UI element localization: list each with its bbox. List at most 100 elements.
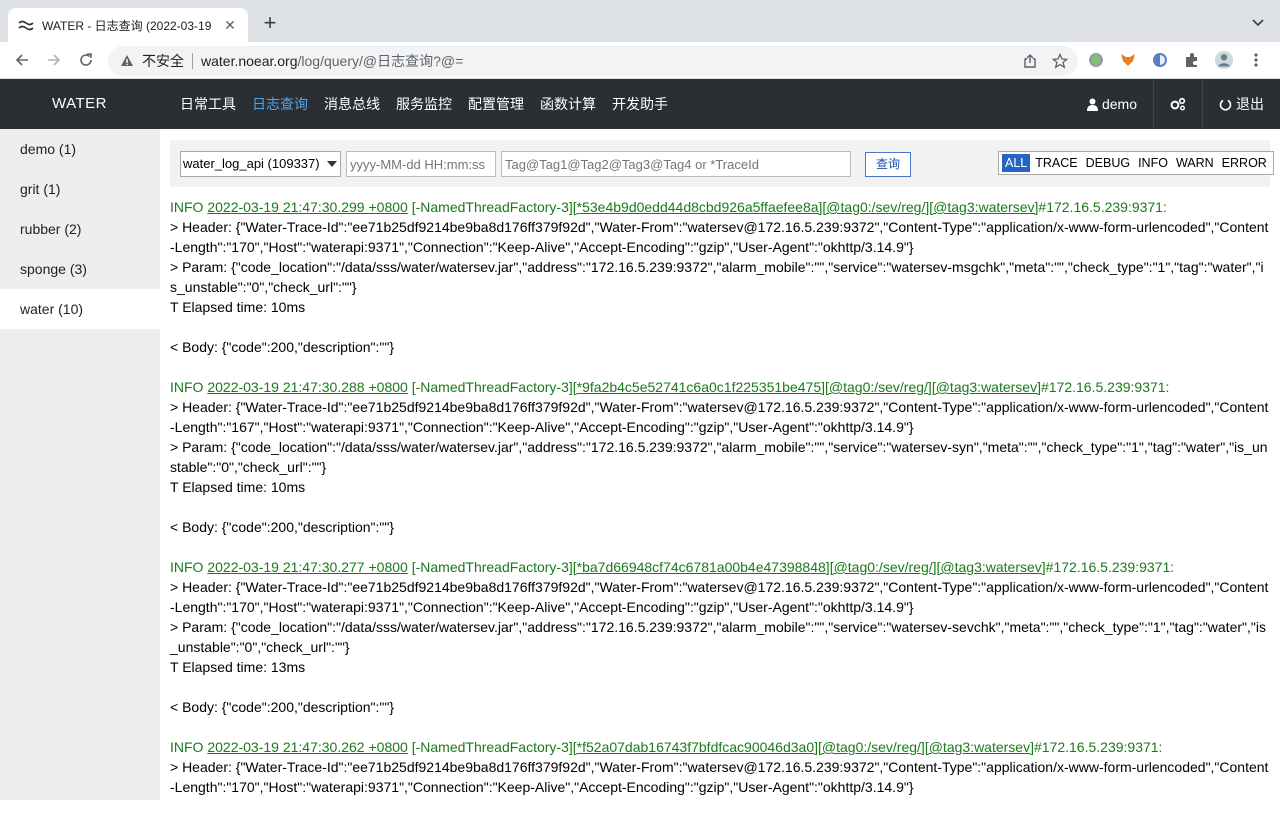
- browser-toolbar: 不安全 water.noear.org /log/query/@日志查询?@=: [0, 42, 1280, 79]
- forward-arrow-icon[interactable]: [44, 50, 64, 70]
- log-host: #172.16.5.239:9371:: [1045, 559, 1175, 575]
- log-header: > Header: {"Water-Trace-Id":"ee71b25df92…: [170, 579, 1269, 615]
- insecure-label: 不安全: [142, 53, 184, 69]
- log-entry: INFO 2022-03-19 21:47:30.277 +0800 [-Nam…: [170, 557, 1270, 717]
- user-menu[interactable]: demo: [1071, 79, 1153, 129]
- nav-dev-assistant[interactable]: 开发助手: [604, 79, 676, 129]
- log-elapsed: T Elapsed time: 13ms: [170, 659, 306, 675]
- date-input[interactable]: [346, 151, 496, 177]
- sidebar: demo (1) grit (1) rubber (2) sponge (3) …: [0, 129, 160, 800]
- log-entry: INFO 2022-03-19 21:47:30.288 +0800 [-Nam…: [170, 377, 1270, 537]
- log-time-link[interactable]: 2022-03-19 21:47:30.288 +0800: [207, 379, 407, 395]
- log-tag0-link[interactable]: [@tag0:/sev/reg/]: [822, 199, 929, 215]
- app-header: WATER 日常工具 日志查询 消息总线 服务监控 配置管理 函数计算 开发助手…: [0, 79, 1280, 129]
- star-icon[interactable]: [1051, 52, 1069, 74]
- settings-button[interactable]: [1153, 79, 1202, 129]
- nav-message-bus[interactable]: 消息总线: [316, 79, 388, 129]
- log-level: INFO: [170, 199, 204, 215]
- log-tag3-link[interactable]: [@tag3:watersev]: [932, 379, 1041, 395]
- log-time-link[interactable]: 2022-03-19 21:47:30.262 +0800: [207, 739, 407, 755]
- logger-select-value: water_log_api (109337): [183, 156, 320, 171]
- log-level: INFO: [170, 739, 204, 755]
- nav-config-management[interactable]: 配置管理: [460, 79, 532, 129]
- logout-button[interactable]: 退出: [1202, 79, 1280, 129]
- log-param: > Param: {"code_location":"/data/sss/wat…: [170, 259, 1264, 295]
- extension-circle-icon[interactable]: [1086, 50, 1106, 70]
- level-info[interactable]: INFO: [1135, 154, 1171, 172]
- log-tag0-link[interactable]: [@tag0:/sev/reg/]: [830, 559, 937, 575]
- level-error[interactable]: ERROR: [1219, 154, 1270, 172]
- log-elapsed: T Elapsed time: 10ms: [170, 299, 306, 315]
- log-header: > Header: {"Water-Trace-Id":"ee71b25df92…: [170, 219, 1269, 255]
- nav-function-compute[interactable]: 函数计算: [532, 79, 604, 129]
- gears-icon: [1170, 97, 1186, 111]
- log-thread: [-NamedThreadFactory-3]: [411, 199, 573, 215]
- log-trace-link[interactable]: [*ba7d66948cf74c6781a00b4e47398848]: [573, 559, 830, 575]
- level-trace[interactable]: TRACE: [1032, 154, 1080, 172]
- puzzle-icon[interactable]: [1182, 50, 1202, 70]
- reload-icon[interactable]: [76, 50, 96, 70]
- water-wave-icon: [18, 17, 34, 33]
- tag-input[interactable]: [501, 151, 851, 177]
- log-entry: INFO 2022-03-19 21:47:30.262 +0800 [-Nam…: [170, 737, 1270, 797]
- log-level: INFO: [170, 379, 204, 395]
- new-tab-button[interactable]: +: [258, 12, 282, 36]
- logout-label: 退出: [1236, 96, 1264, 112]
- sidebar-item-grit[interactable]: grit (1): [0, 169, 160, 209]
- share-icon[interactable]: [1022, 53, 1038, 74]
- sidebar-item-demo[interactable]: demo (1): [0, 129, 160, 169]
- nav-service-monitor[interactable]: 服务监控: [388, 79, 460, 129]
- warning-icon[interactable]: [120, 54, 134, 68]
- tab-title: WATER - 日志查询 (2022-03-19: [42, 18, 212, 33]
- dropdown-arrow-icon: [327, 161, 337, 167]
- log-spacer: [170, 497, 1270, 517]
- query-button[interactable]: 查询: [865, 152, 911, 177]
- log-body: < Body: {"code":200,"description":""}: [170, 519, 395, 535]
- level-debug[interactable]: DEBUG: [1083, 154, 1133, 172]
- log-tag3-link[interactable]: [@tag3:watersev]: [925, 739, 1034, 755]
- user-icon: [1086, 98, 1098, 111]
- log-header: > Header: {"Water-Trace-Id":"ee71b25df92…: [170, 759, 1269, 795]
- nav-log-query[interactable]: 日志查询: [244, 79, 316, 129]
- level-all[interactable]: ALL: [1002, 154, 1031, 172]
- log-level: INFO: [170, 559, 204, 575]
- log-tag0-link[interactable]: [@tag0:/sev/reg/]: [818, 739, 925, 755]
- log-entry-head: INFO 2022-03-19 21:47:30.299 +0800 [-Nam…: [170, 197, 1270, 217]
- sidebar-item-rubber[interactable]: rubber (2): [0, 209, 160, 249]
- log-trace-link[interactable]: [*53e4b9d0edd44d8cbd926a5ffaefee8a]: [573, 199, 823, 215]
- logger-select[interactable]: water_log_api (109337): [180, 151, 341, 177]
- log-entry-head: INFO 2022-03-19 21:47:30.288 +0800 [-Nam…: [170, 377, 1270, 397]
- close-icon[interactable]: ✕: [222, 17, 238, 33]
- log-body: < Body: {"code":200,"description":""}: [170, 699, 395, 715]
- log-trace-link[interactable]: [*f52a07dab16743f7bfdfcac90046d3a0]: [573, 739, 818, 755]
- log-entry-head: INFO 2022-03-19 21:47:30.277 +0800 [-Nam…: [170, 557, 1270, 577]
- chevron-down-icon[interactable]: [1250, 14, 1266, 30]
- log-tag3-link[interactable]: [@tag3:watersev]: [929, 199, 1038, 215]
- log-thread: [-NamedThreadFactory-3]: [411, 559, 573, 575]
- log-entry-head: INFO 2022-03-19 21:47:30.262 +0800 [-Nam…: [170, 737, 1270, 757]
- log-trace-link[interactable]: [*9fa2b4c5e52741c6a0c1f225351be475]: [573, 379, 825, 395]
- level-warn[interactable]: WARN: [1173, 154, 1217, 172]
- sidebar-item-water[interactable]: water (10): [0, 289, 160, 329]
- url-host: water.noear.org: [201, 53, 298, 69]
- sidebar-item-sponge[interactable]: sponge (3): [0, 249, 160, 289]
- back-arrow-icon[interactable]: [12, 50, 32, 70]
- fox-icon[interactable]: [1118, 50, 1138, 70]
- extension-shield-icon[interactable]: [1150, 50, 1170, 70]
- address-bar[interactable]: 不安全 water.noear.org /log/query/@日志查询?@=: [108, 46, 1078, 76]
- main-content: water_log_api (109337) 查询 ALL TRACE DEBU…: [160, 129, 1280, 800]
- profile-avatar[interactable]: [1214, 50, 1234, 70]
- nav-daily-tools[interactable]: 日常工具: [172, 79, 244, 129]
- header-right: demo 退出: [1071, 79, 1280, 129]
- top-nav: 日常工具 日志查询 消息总线 服务监控 配置管理 函数计算 开发助手: [172, 79, 676, 129]
- log-spacer: [170, 677, 1270, 697]
- log-time-link[interactable]: 2022-03-19 21:47:30.277 +0800: [207, 559, 407, 575]
- browser-tab[interactable]: WATER - 日志查询 (2022-03-19 ✕: [8, 8, 248, 42]
- app-logo[interactable]: WATER: [52, 79, 107, 129]
- log-tag0-link[interactable]: [@tag0:/sev/reg/]: [825, 379, 932, 395]
- kebab-menu-icon[interactable]: [1246, 50, 1266, 70]
- log-thread: [-NamedThreadFactory-3]: [411, 379, 573, 395]
- log-time-link[interactable]: 2022-03-19 21:47:30.299 +0800: [207, 199, 407, 215]
- log-tag3-link[interactable]: [@tag3:watersev]: [937, 559, 1046, 575]
- url-path: /log/query/@日志查询?@=: [297, 53, 464, 69]
